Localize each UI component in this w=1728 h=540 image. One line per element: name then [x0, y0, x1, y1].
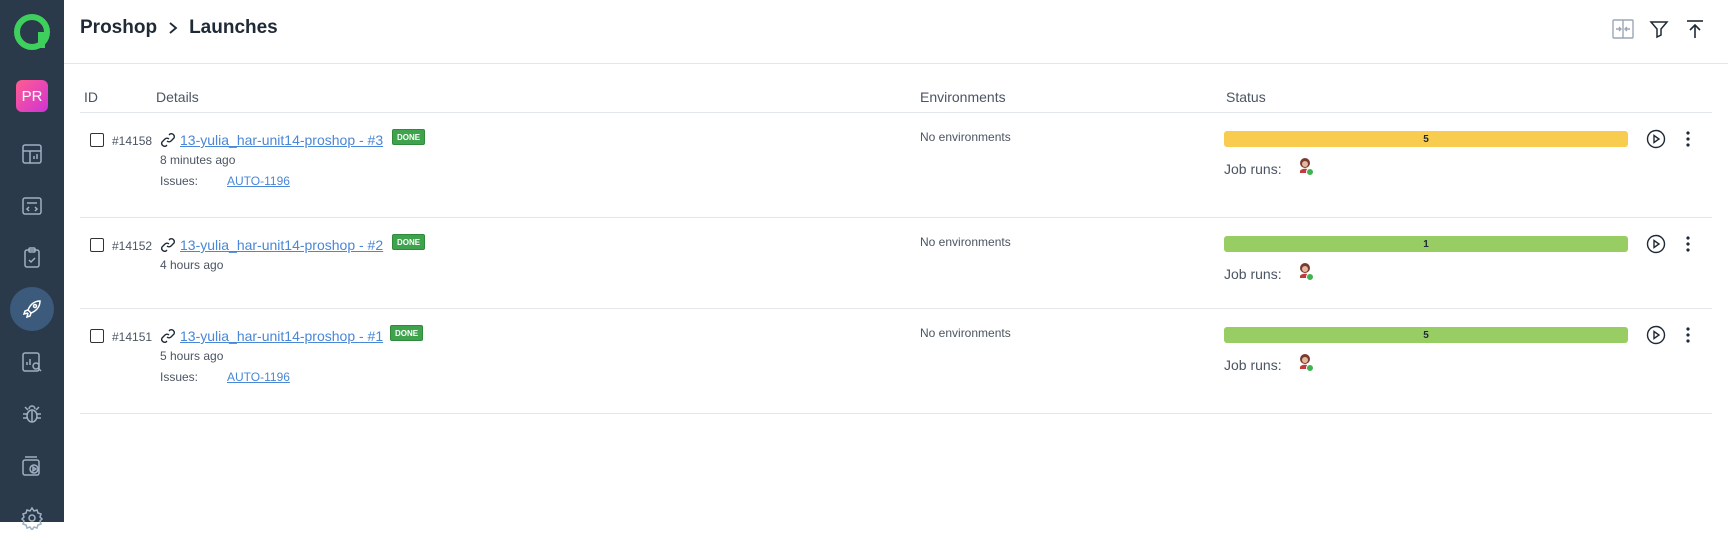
job-runs-label: Job runs:: [1224, 266, 1282, 282]
more-options-icon[interactable]: [1680, 129, 1696, 149]
more-options-icon[interactable]: [1680, 234, 1696, 254]
row-checkbox[interactable]: [90, 329, 104, 343]
launch-name-link[interactable]: 13-yulia_har-unit14-proshop - #1: [180, 328, 383, 344]
table-row[interactable]: #14151 13-yulia_har-unit14-proshop - #1 …: [80, 309, 1712, 414]
issue-link[interactable]: AUTO-1196: [227, 370, 290, 384]
table-header: ID Details Environments Status: [80, 86, 1712, 113]
status-badge: DONE: [390, 325, 424, 341]
run-icon[interactable]: [1646, 325, 1666, 345]
issues-label: Issues:: [160, 174, 199, 188]
page-header: Proshop Launches: [64, 0, 1728, 64]
run-icon[interactable]: [1646, 129, 1666, 149]
row-checkbox[interactable]: [90, 133, 104, 147]
status-badge: DONE: [392, 234, 426, 250]
launches-table: ID Details Environments Status #14158 13…: [80, 86, 1712, 414]
launch-name-link[interactable]: 13-yulia_har-unit14-proshop - #2: [180, 237, 383, 253]
breadcrumb: Proshop Launches: [80, 17, 278, 39]
issues-label: Issues:: [160, 370, 199, 384]
project-avatar[interactable]: PR: [16, 80, 48, 112]
launch-time: 8 minutes ago: [160, 153, 236, 167]
settings-icon[interactable]: [10, 496, 54, 540]
job-runs-label: Job runs:: [1224, 161, 1282, 177]
filter-icon[interactable]: [1648, 18, 1670, 40]
environment-text: No environments: [920, 235, 1011, 249]
issue-link[interactable]: AUTO-1196: [227, 174, 290, 188]
app-logo[interactable]: [14, 14, 50, 50]
run-icon[interactable]: [1646, 234, 1666, 254]
status-badge: DONE: [392, 129, 426, 145]
environment-text: No environments: [920, 326, 1011, 340]
link-icon: [161, 133, 175, 147]
jobs-icon[interactable]: [10, 444, 54, 488]
job-runs-label: Job runs:: [1224, 357, 1282, 373]
environment-text: No environments: [920, 130, 1011, 144]
table-row[interactable]: #14152 13-yulia_har-unit14-proshop - #2 …: [80, 218, 1712, 309]
defects-icon[interactable]: [10, 392, 54, 436]
compare-icon[interactable]: [1612, 18, 1634, 40]
avatar[interactable]: [1298, 157, 1314, 177]
launch-id: #14158: [112, 134, 153, 148]
status-bar[interactable]: 1: [1224, 236, 1628, 252]
test-cases-icon[interactable]: [10, 184, 54, 228]
launches-icon[interactable]: [10, 287, 54, 331]
launch-id: #14152: [112, 239, 153, 253]
chevron-right-icon: [169, 22, 178, 34]
analytics-icon[interactable]: [10, 340, 54, 384]
launch-time: 5 hours ago: [160, 349, 224, 363]
launch-time: 4 hours ago: [160, 258, 224, 272]
page-title: Launches: [189, 17, 278, 38]
header-toolbar: [1612, 18, 1706, 40]
sidebar: PR: [0, 0, 64, 530]
avatar[interactable]: [1298, 353, 1314, 373]
avatar[interactable]: [1298, 262, 1314, 282]
table-row[interactable]: #14158 13-yulia_har-unit14-proshop - #3 …: [80, 113, 1712, 218]
status-bar[interactable]: 5: [1224, 131, 1628, 147]
column-details: Details: [156, 89, 199, 105]
more-options-icon[interactable]: [1680, 325, 1696, 345]
test-plans-icon[interactable]: [10, 236, 54, 280]
status-bar[interactable]: 5: [1224, 327, 1628, 343]
launch-name-link[interactable]: 13-yulia_har-unit14-proshop - #3: [180, 132, 383, 148]
link-icon: [161, 238, 175, 252]
row-checkbox[interactable]: [90, 238, 104, 252]
column-environments: Environments: [920, 89, 1006, 105]
link-icon: [161, 329, 175, 343]
breadcrumb-project[interactable]: Proshop: [80, 17, 157, 39]
launch-id: #14151: [112, 330, 153, 344]
upload-icon[interactable]: [1684, 18, 1706, 40]
column-status: Status: [1226, 89, 1266, 105]
dashboard-icon[interactable]: [10, 132, 54, 176]
column-id: ID: [84, 89, 98, 105]
